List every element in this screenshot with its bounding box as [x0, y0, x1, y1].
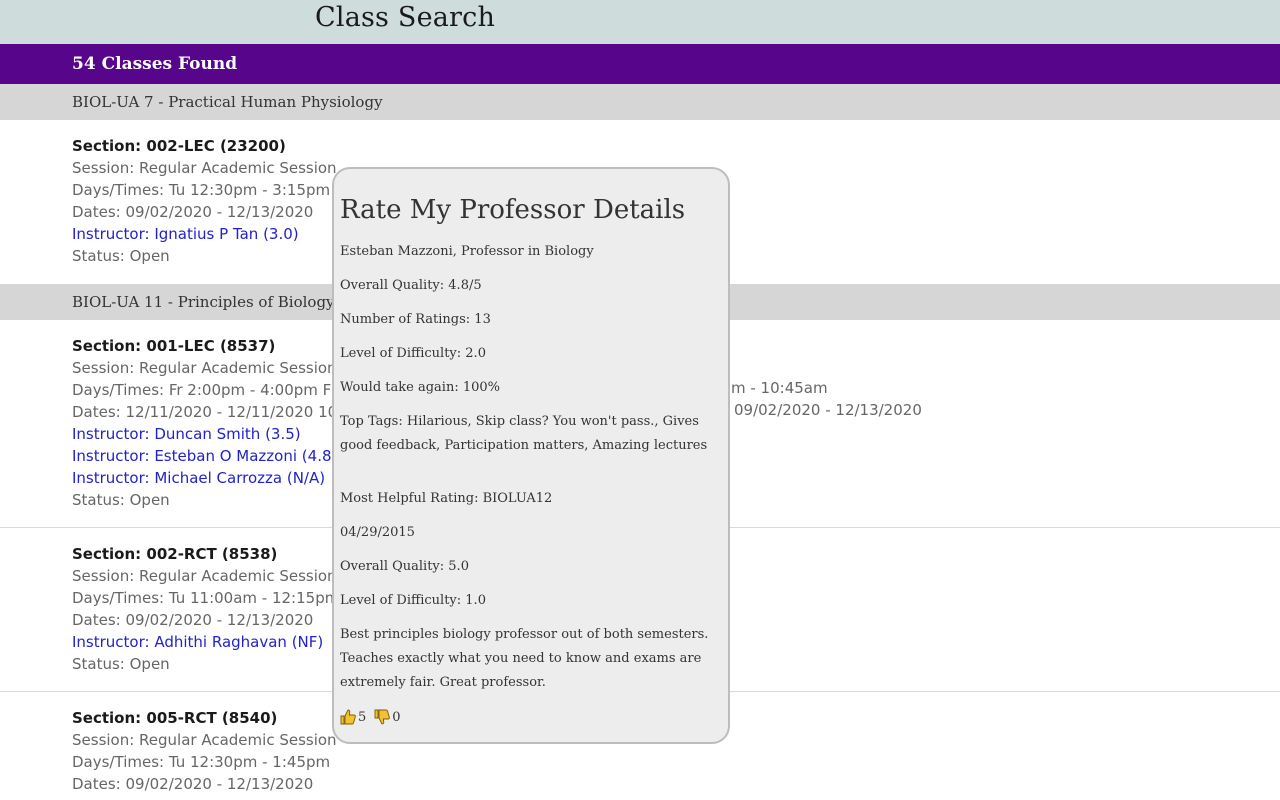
helpful-rating-comment: Best principles biology professor out of…	[340, 627, 709, 690]
helpful-rating-quality: Overall Quality: 5.0	[340, 559, 469, 574]
section-days: Days/Times: Tu 12:30pm - 1:45pm	[72, 753, 331, 771]
results-count-bar: 54 Classes Found	[0, 44, 1280, 84]
section-status: Status: Open	[72, 247, 170, 265]
popup-title: Rate My Professor Details	[340, 195, 686, 225]
thumbs-down-count: 0	[392, 709, 401, 725]
professor-name: Esteban Mazzoni, Professor in Biology	[340, 244, 594, 259]
rating-votes: 5 0	[340, 709, 401, 725]
section-days: Days/Times: Tu 11:00am - 12:15pm	[72, 589, 340, 607]
section-days: Days/Times: Tu 12:30pm - 3:15pm	[72, 181, 331, 199]
section-session: Session: Regular Academic Session	[72, 567, 337, 585]
overall-quality: Overall Quality: 4.8/5	[340, 278, 482, 293]
section-session: Session: Regular Academic Session	[72, 359, 337, 377]
instructor-link[interactable]: Instructor: Esteban O Mazzoni (4.8)	[72, 445, 337, 467]
instructor-link[interactable]: Instructor: Michael Carrozza (N/A)	[72, 467, 337, 489]
section-session: Session: Regular Academic Session	[72, 731, 337, 749]
section-block: Section: 002-RCT (8538) Session: Regular…	[72, 543, 339, 675]
section-dates-extra: 09/02/2020 - 12/13/2020	[734, 401, 922, 419]
section-id: Section: 005-RCT (8540)	[72, 709, 278, 727]
course-header[interactable]: BIOL-UA 7 - Practical Human Physiology	[0, 84, 1280, 120]
thumbs-up-icon[interactable]	[340, 709, 356, 725]
section-id: Section: 002-LEC (23200)	[72, 137, 286, 155]
section-block: Section: 002-LEC (23200) Session: Regula…	[72, 135, 337, 267]
section-dates: Dates: 09/02/2020 - 12/13/2020	[72, 775, 314, 793]
page-header: Class Search	[0, 0, 1280, 44]
number-of-ratings: Number of Ratings: 13	[340, 312, 491, 327]
section-dates: Dates: 09/02/2020 - 12/13/2020	[72, 203, 314, 221]
section-id: Section: 002-RCT (8538)	[72, 545, 278, 563]
thumbs-up-count: 5	[358, 709, 367, 725]
section-block: Section: 005-RCT (8540) Session: Regular…	[72, 707, 337, 795]
section-dates: Dates: 09/02/2020 - 12/13/2020	[72, 611, 314, 629]
section-status: Status: Open	[72, 655, 170, 673]
rmp-details-popup: Rate My Professor Details Esteban Mazzon…	[332, 167, 730, 744]
helpful-rating-difficulty: Level of Difficulty: 1.0	[340, 593, 486, 608]
helpful-rating-date: 04/29/2015	[340, 525, 415, 540]
section-session: Session: Regular Academic Session	[72, 159, 337, 177]
helpful-rating-label: Most Helpful Rating: BIOLUA12	[340, 491, 553, 506]
difficulty: Level of Difficulty: 2.0	[340, 346, 486, 361]
instructor-link[interactable]: Instructor: Duncan Smith (3.5)	[72, 423, 337, 445]
results-count: 54 Classes Found	[72, 54, 238, 74]
section-status: Status: Open	[72, 491, 170, 509]
section-days-extra: m - 10:45am	[731, 379, 828, 397]
course-title: BIOL-UA 7 - Practical Human Physiology	[72, 93, 383, 111]
instructor-link[interactable]: Instructor: Ignatius P Tan (3.0)	[72, 223, 337, 245]
thumbs-down-icon[interactable]	[374, 709, 391, 725]
page-title: Class Search	[315, 2, 496, 33]
course-title: BIOL-UA 11 - Principles of Biology I	[72, 293, 346, 311]
top-tags: Top Tags: Hilarious, Skip class? You won…	[340, 414, 708, 453]
instructor-link[interactable]: Instructor: Adhithi Raghavan (NF)	[72, 631, 339, 653]
section-dates: Dates: 12/11/2020 - 12/11/2020 10	[72, 403, 338, 421]
would-take-again: Would take again: 100%	[340, 380, 500, 395]
section-days: Days/Times: Fr 2:00pm - 4:00pm F	[72, 381, 332, 399]
section-block: Section: 001-LEC (8537) Session: Regular…	[72, 335, 337, 511]
section-id: Section: 001-LEC (8537)	[72, 337, 276, 355]
